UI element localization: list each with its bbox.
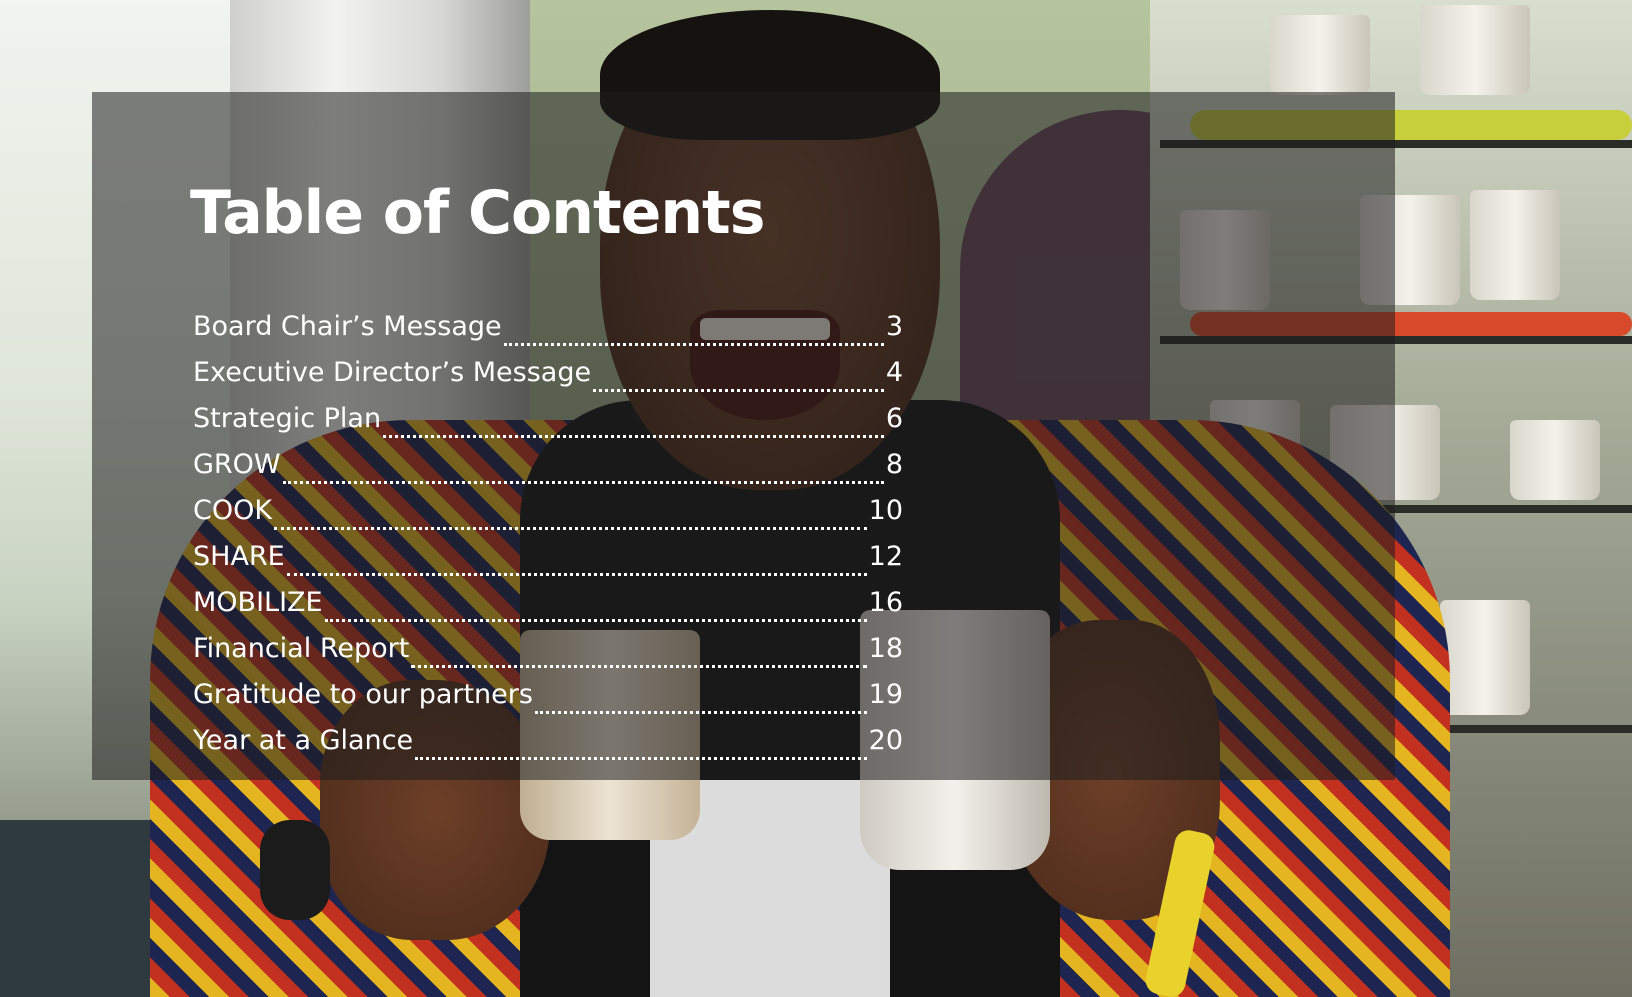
toc-title: Table of Contents	[190, 178, 765, 248]
toc-entry-page-number: 6	[885, 403, 903, 434]
toc-entry-label: SHARE	[193, 541, 285, 572]
toc-entry-label: MOBILIZE	[193, 587, 323, 618]
toc-dot-leader	[503, 343, 884, 346]
toc-entry-page-number: 12	[868, 541, 903, 572]
toc-dot-leader	[415, 757, 867, 760]
mug	[1440, 600, 1530, 715]
toc-list: Board Chair’s Message 3 Executive Director…	[193, 311, 903, 771]
toc-entry-page-number: 18	[868, 633, 903, 664]
toc-entry-page-number: 3	[885, 311, 903, 342]
toc-entry[interactable]: SHARE 12	[193, 541, 903, 587]
toc-entry[interactable]: COOK 10	[193, 495, 903, 541]
toc-entry[interactable]: MOBILIZE 16	[193, 587, 903, 633]
toc-entry-label: GROW	[193, 449, 281, 480]
toc-entry-page-number: 4	[885, 357, 903, 388]
toc-entry-label: Executive Director’s Message	[193, 357, 592, 388]
mug	[1420, 5, 1530, 95]
page: Table of Contents Board Chair’s Message 3…	[0, 0, 1632, 997]
toc-entry-page-number: 8	[885, 449, 903, 480]
toc-dot-leader	[534, 711, 867, 714]
toc-entry-page-number: 19	[868, 679, 903, 710]
toc-entry[interactable]: Executive Director’s Message 4	[193, 357, 903, 403]
toc-entry-page-number: 16	[868, 587, 903, 618]
toc-entry-label: Gratitude to our partners	[193, 679, 533, 710]
toc-dot-leader	[593, 389, 884, 392]
wristwatch	[260, 820, 330, 920]
toc-entry-label: Year at a Glance	[193, 725, 414, 756]
toc-dot-leader	[282, 481, 884, 484]
toc-dot-leader	[383, 435, 884, 438]
toc-entry-page-number: 20	[868, 725, 903, 756]
toc-entry-label: Financial Report	[193, 633, 410, 664]
toc-entry[interactable]: Year at a Glance 20	[193, 725, 903, 771]
toc-entry-label: Strategic Plan	[193, 403, 382, 434]
mug	[1270, 15, 1370, 95]
toc-entry-page-number: 10	[868, 495, 903, 526]
toc-entry-label: Board Chair’s Message	[193, 311, 502, 342]
toc-entry-label: COOK	[193, 495, 273, 526]
toc-dot-leader	[411, 665, 867, 668]
toc-entry[interactable]: Board Chair’s Message 3	[193, 311, 903, 357]
toc-dot-leader	[286, 573, 867, 576]
toc-entry[interactable]: Financial Report 18	[193, 633, 903, 679]
toc-entry[interactable]: Strategic Plan 6	[193, 403, 903, 449]
toc-entry[interactable]: GROW 8	[193, 449, 903, 495]
mug	[1510, 420, 1600, 500]
toc-dot-leader	[274, 527, 867, 530]
toc-entry[interactable]: Gratitude to our partners 19	[193, 679, 903, 725]
toc-dot-leader	[324, 619, 867, 622]
mug	[1470, 190, 1560, 300]
